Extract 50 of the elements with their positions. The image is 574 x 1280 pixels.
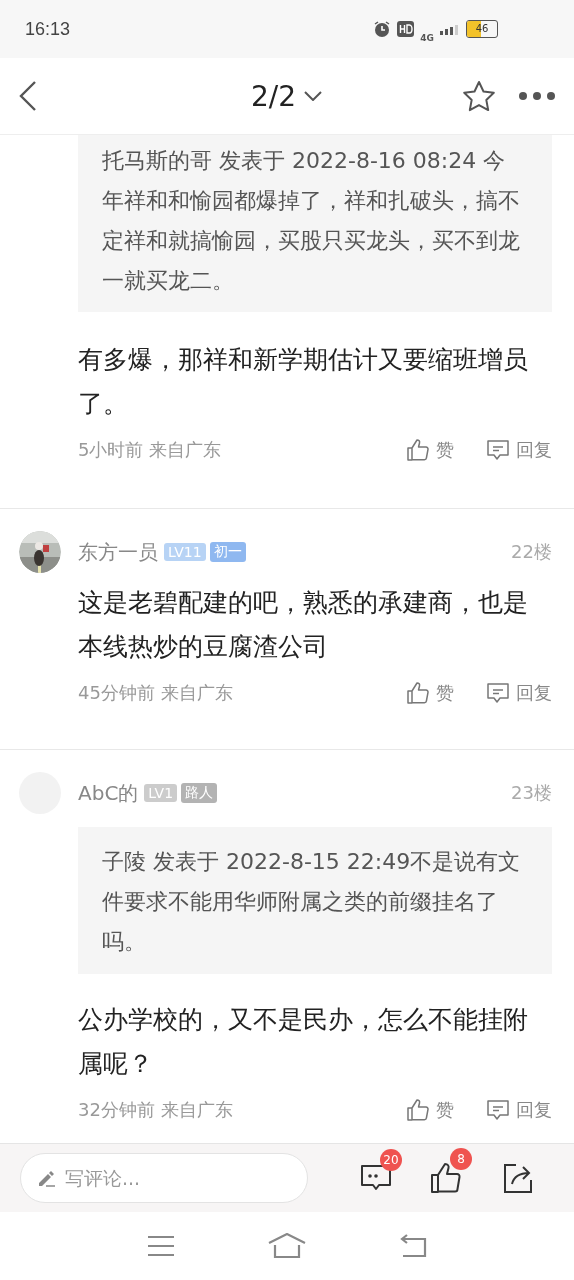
comment-icon [360,1163,392,1193]
page-selector[interactable]: 2/2 [251,79,323,113]
back-icon[interactable] [399,1234,428,1258]
like-button[interactable]: 赞 [406,1098,454,1122]
user-badge: 初一 [209,542,246,562]
thumbs-up-icon [430,1162,462,1194]
reply-button[interactable]: 回复 [486,438,552,462]
username[interactable]: 东方一员 [78,538,158,566]
reply-button[interactable]: 回复 [486,1098,552,1122]
like-button[interactable]: 8 [430,1148,476,1194]
user-badge: 路人 [181,783,218,803]
back-icon[interactable] [18,80,38,112]
caret-icon [304,91,323,101]
comment-field[interactable]: 写评论... [20,1153,308,1203]
comment-icon [486,438,510,462]
alarm-icon [373,20,392,38]
comment-count: 20 [380,1149,402,1171]
user-badge: LV11 [164,543,206,561]
thumbs-up-icon [406,438,430,462]
like-button[interactable]: 赞 [406,681,454,705]
more-icon[interactable] [518,91,556,101]
reply-button[interactable]: 回复 [486,681,552,705]
comment-icon [486,1098,510,1122]
thumbs-up-icon [406,1098,430,1122]
comment-icon [486,681,510,705]
post-time-location: 32分钟前 来自广东 [78,1098,234,1122]
comments-button[interactable]: 20 [360,1149,406,1193]
comment-text: 公办学校的，又不是民办，怎么不能挂附属呢？ [78,1004,529,1080]
signal-icon [440,23,460,35]
star-icon[interactable] [462,80,496,112]
home-icon[interactable] [268,1233,306,1259]
floor-number: 22楼 [511,540,552,564]
clock-time: 16:13 [25,18,71,40]
comment-text: 有多爆，那祥和新学期估计又要缩班增员了。 [78,344,529,420]
quoted-reply: 托马斯的哥 发表于 2022-8-16 08:24 今年祥和和愉园都爆掉了，祥和扎破头，搞不定祥和就搞愉园，买股只买龙头，买不到龙一就买龙二。 [78,135,552,312]
comment-text: 这是老碧配建的吧，熟悉的承建商，也是本线热炒的豆腐渣公司 [78,587,529,663]
comment-input[interactable]: 写评论... [63,1166,291,1190]
thumbs-up-icon [406,681,430,705]
network-label: 4G [420,33,434,43]
like-button[interactable]: 赞 [406,438,454,462]
quoted-reply: 子陵 发表于 2022-8-15 22:49不是说有文件要求不能用华师附属之类的前缀挂名了吗。 [78,827,552,974]
like-count: 8 [450,1148,472,1170]
share-icon[interactable] [502,1162,534,1194]
pencil-icon [37,1169,57,1187]
hd-icon [397,21,415,37]
post-time-location: 5小时前 来自广东 [78,438,223,462]
menu-icon[interactable] [146,1235,175,1257]
post-time-location: 45分钟前 来自广东 [78,681,234,705]
username[interactable]: AbC的 [78,779,139,807]
floor-number: 23楼 [511,781,552,805]
